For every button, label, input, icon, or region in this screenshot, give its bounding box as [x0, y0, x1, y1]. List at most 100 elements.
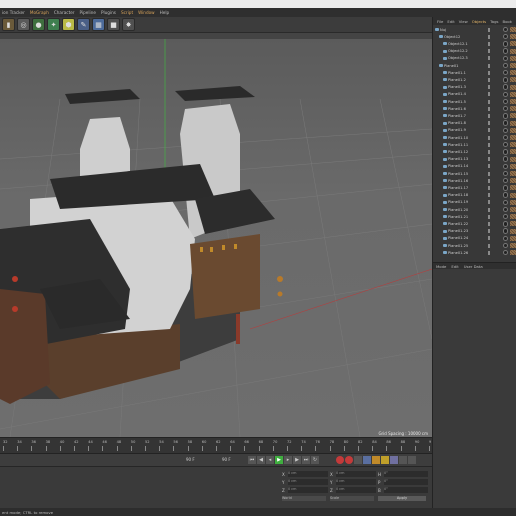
phong-tag-icon[interactable] [503, 120, 509, 126]
object-row[interactable]: Plane01.8 [433, 120, 516, 127]
texture-tag-icon[interactable] [510, 199, 516, 205]
visibility-dots-icon[interactable] [488, 70, 490, 75]
phong-tag-icon[interactable] [503, 156, 509, 162]
phong-tag-icon[interactable] [503, 91, 509, 98]
object-row[interactable]: Plane01.1 [433, 69, 516, 76]
visibility-dots-icon[interactable] [488, 135, 490, 140]
am-menu-user-data[interactable]: User Data [464, 264, 483, 269]
phong-tag-icon[interactable] [503, 84, 509, 90]
object-row[interactable]: Plane01.5 [433, 98, 516, 105]
render-icon[interactable]: ◎ [17, 18, 30, 31]
phong-tag-icon[interactable] [503, 206, 509, 213]
position-x-field[interactable]: 0 cm [288, 471, 328, 477]
object-row[interactable]: Plane01.6 [433, 105, 516, 112]
texture-tag-icon[interactable] [510, 77, 516, 83]
object-row[interactable]: Plane01.24 [433, 235, 516, 242]
texture-tag-icon[interactable] [510, 207, 516, 213]
visibility-dots-icon[interactable] [488, 77, 490, 82]
object-row[interactable]: Plane01.26 [433, 249, 516, 256]
rotation-h-field[interactable]: 0° [384, 471, 428, 477]
texture-tag-icon[interactable] [510, 235, 516, 241]
object-row[interactable]: Object12.1 [433, 40, 516, 47]
size-x-field[interactable]: 0 cm [336, 471, 376, 477]
texture-tag-icon[interactable] [510, 171, 516, 177]
visibility-dots-icon[interactable] [488, 221, 490, 226]
texture-tag-icon[interactable] [510, 149, 516, 155]
object-row[interactable]: Plane01 [433, 62, 516, 69]
phong-tag-icon[interactable] [503, 149, 509, 155]
light-bulb-icon[interactable]: ✸ [122, 18, 135, 31]
phong-tag-icon[interactable] [503, 41, 509, 47]
current-frame-field[interactable]: 90 F [186, 457, 195, 462]
texture-tag-icon[interactable] [510, 243, 516, 249]
menu-pipeline[interactable]: Pipeline [80, 10, 96, 15]
goto-start-icon[interactable]: ⏮ [248, 456, 256, 464]
prev-frame-icon[interactable]: ◂ [266, 456, 274, 464]
phong-tag-icon[interactable] [503, 34, 509, 40]
scene-icon[interactable]: ✎ [77, 18, 90, 31]
phong-tag-icon[interactable] [503, 70, 509, 76]
phong-tag-icon[interactable] [503, 235, 509, 242]
visibility-dots-icon[interactable] [488, 113, 490, 118]
position-z-field[interactable]: 0 cm [288, 487, 328, 493]
om-menu-objects[interactable]: Objects [472, 19, 486, 24]
visibility-dots-icon[interactable] [488, 250, 490, 255]
phong-tag-icon[interactable] [503, 142, 509, 148]
coord-scale-select[interactable]: Scale [330, 496, 374, 501]
object-row[interactable]: Plane01.23 [433, 228, 516, 235]
texture-tag-icon[interactable] [510, 63, 516, 69]
loop-icon[interactable]: ↻ [311, 456, 319, 464]
autokey-icon[interactable] [345, 456, 353, 464]
visibility-dots-icon[interactable] [488, 85, 490, 90]
phong-tag-icon[interactable] [503, 127, 509, 134]
visibility-dots-icon[interactable] [488, 149, 490, 154]
sphere-icon[interactable]: ● [32, 18, 45, 31]
visibility-dots-icon[interactable] [488, 63, 490, 68]
texture-tag-icon[interactable] [510, 106, 516, 112]
object-row[interactable]: Plane01.2 [433, 76, 516, 83]
film-icon[interactable]: ▮ [2, 18, 15, 31]
texture-tag-icon[interactable] [510, 163, 516, 169]
phong-tag-icon[interactable] [503, 77, 509, 83]
visibility-dots-icon[interactable] [488, 49, 490, 54]
texture-tag-icon[interactable] [510, 27, 516, 33]
visibility-dots-icon[interactable] [488, 128, 490, 133]
move-key-icon[interactable] [363, 456, 371, 464]
texture-tag-icon[interactable] [510, 70, 516, 76]
keyframe-sel-icon[interactable] [354, 456, 362, 464]
visibility-dots-icon[interactable] [488, 164, 490, 169]
om-menu-tags[interactable]: Tags [490, 19, 498, 24]
object-row[interactable]: Plane01.17 [433, 184, 516, 191]
goto-end-icon[interactable]: ⏭ [302, 456, 310, 464]
object-row[interactable]: Plane01.14 [433, 163, 516, 170]
next-key-icon[interactable]: ▶ [293, 456, 301, 464]
phong-tag-icon[interactable] [503, 199, 509, 206]
phong-tag-icon[interactable] [503, 55, 509, 62]
coord-mode-select[interactable]: World [282, 496, 326, 501]
om-menu-view[interactable]: View [459, 19, 468, 24]
texture-tag-icon[interactable] [510, 41, 516, 47]
object-row[interactable]: Plane01.21 [433, 213, 516, 220]
phong-tag-icon[interactable] [503, 178, 509, 184]
phong-tag-icon[interactable] [503, 134, 509, 141]
object-row[interactable]: Object12 [433, 33, 516, 40]
apply-button[interactable]: Apply [378, 496, 426, 501]
texture-tag-icon[interactable] [510, 91, 516, 97]
visibility-dots-icon[interactable] [488, 157, 490, 162]
prev-key-icon[interactable]: ◀ [257, 456, 265, 464]
phong-tag-icon[interactable] [503, 106, 509, 112]
phong-tag-icon[interactable] [503, 163, 509, 170]
phong-tag-icon[interactable] [503, 48, 509, 54]
visibility-dots-icon[interactable] [488, 214, 490, 219]
menu-script[interactable]: Script [121, 10, 133, 15]
object-row[interactable]: Plane01.9 [433, 127, 516, 134]
phong-tag-icon[interactable] [503, 250, 509, 256]
object-row[interactable]: Plane01.7 [433, 112, 516, 119]
texture-tag-icon[interactable] [510, 99, 516, 105]
texture-tag-icon[interactable] [510, 228, 516, 234]
object-row[interactable]: Plane01.10 [433, 134, 516, 141]
record-icon[interactable] [336, 456, 344, 464]
size-z-field[interactable]: 0 cm [336, 487, 376, 493]
phong-tag-icon[interactable] [503, 62, 509, 69]
texture-tag-icon[interactable] [510, 120, 516, 126]
